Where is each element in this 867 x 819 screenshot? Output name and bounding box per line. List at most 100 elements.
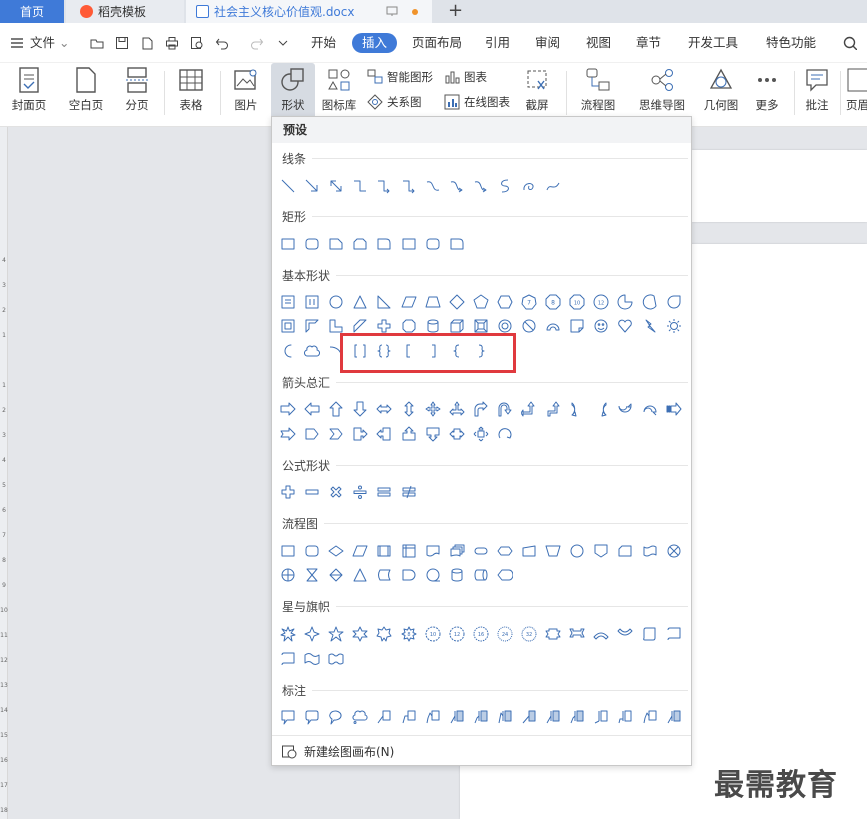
print-preview-icon[interactable] (190, 36, 204, 50)
shape-star5-icon[interactable] (328, 626, 344, 645)
undo-icon[interactable] (215, 36, 229, 50)
menu-file[interactable]: 文件 ⌄ (30, 33, 69, 53)
shape-c-l1b-icon[interactable] (545, 709, 561, 728)
shape-bup-icon[interactable] (545, 401, 561, 420)
shape-curve-a-icon[interactable] (473, 178, 489, 197)
shape-elbow-icon[interactable] (352, 178, 368, 197)
shape-sun-icon[interactable] (666, 318, 682, 337)
page-break-button[interactable]: 分页 (118, 63, 156, 119)
shape-uturn-icon[interactable] (497, 401, 513, 420)
menu-developer[interactable]: 开发工具 (688, 33, 738, 53)
shape-c-l2b-icon[interactable] (473, 709, 489, 728)
shape-arrow-icon[interactable] (304, 178, 320, 197)
screenshot-button[interactable]: 截屏 (518, 63, 556, 119)
shape-pie-icon[interactable] (617, 294, 633, 313)
shape-falt-icon[interactable] (304, 543, 320, 562)
shape-fprocess-icon[interactable] (280, 543, 296, 562)
tab-document[interactable]: 社会主义核心价值观.docx (186, 0, 432, 23)
tab-home[interactable]: 首页 (0, 0, 64, 23)
picture-button[interactable]: 图片 (227, 63, 265, 119)
mindmap-button[interactable]: 思维导图 (632, 63, 692, 119)
shape-round1-icon[interactable] (449, 236, 465, 255)
shape-c-l1b-icon[interactable] (666, 709, 682, 728)
menu-home[interactable]: 开始 (311, 33, 336, 53)
menu-view[interactable]: 视图 (586, 33, 611, 53)
shape-neq-icon[interactable] (401, 484, 417, 503)
shape-lup-icon[interactable] (520, 401, 537, 420)
shape-ad-icon[interactable] (352, 401, 368, 420)
shape-tear-icon[interactable] (666, 294, 682, 313)
menu-references[interactable]: 引用 (485, 33, 510, 53)
shape-fdisp-icon[interactable] (497, 567, 514, 586)
open-folder-icon[interactable] (90, 36, 104, 50)
shape-scrib-icon[interactable] (521, 178, 537, 197)
shape-c-l1c-icon[interactable] (521, 709, 537, 728)
header-footer-button[interactable]: 页眉 (846, 63, 867, 119)
shape-fdata-icon[interactable] (352, 543, 368, 562)
shape-mult-icon[interactable] (328, 484, 344, 503)
shape-s10-icon[interactable]: 10 (425, 626, 441, 645)
shape-vtext-icon[interactable] (304, 294, 320, 313)
document-page[interactable] (692, 150, 867, 222)
shape-fdelay-icon[interactable] (401, 567, 417, 586)
shape-c-l3-icon[interactable] (642, 709, 658, 728)
shape-para-icon[interactable] (401, 294, 417, 313)
shape-qcall-icon[interactable] (473, 426, 489, 445)
shape-circ-a-icon[interactable] (497, 426, 513, 445)
shape-c-r-rect-icon[interactable] (304, 709, 320, 728)
shape-snip2-icon[interactable] (352, 236, 368, 255)
shape-fsum-icon[interactable] (666, 543, 682, 562)
shape-c-l3-icon[interactable] (425, 709, 441, 728)
shape-cup-icon[interactable] (617, 401, 633, 420)
shape-hep-icon[interactable]: 7 (521, 294, 537, 313)
shape-chev-icon[interactable] (328, 426, 344, 445)
shape-button[interactable]: 形状 (271, 63, 315, 119)
shape-dec-icon[interactable]: 10 (569, 294, 585, 313)
shape-au-icon[interactable] (328, 401, 344, 420)
shape-star4-icon[interactable] (304, 626, 320, 645)
shape-rect-icon[interactable] (280, 236, 296, 255)
shape-cleft-icon[interactable] (593, 401, 609, 420)
shape-curve-icon[interactable] (425, 178, 441, 197)
table-button[interactable]: 表格 (172, 63, 210, 119)
shape-wave-icon[interactable] (304, 651, 320, 670)
shape-rcall-icon[interactable] (352, 426, 368, 445)
shape-s-icon[interactable] (497, 178, 513, 197)
shape-scroll-v-icon[interactable] (642, 626, 658, 645)
shape-chord-icon[interactable] (642, 294, 658, 313)
print-icon[interactable] (165, 36, 179, 50)
shape-dodec-icon[interactable]: 12 (593, 294, 609, 313)
shape-snip-icon[interactable] (328, 236, 344, 255)
shape-pent-a-icon[interactable] (304, 426, 320, 445)
shape-c-l5-icon[interactable] (617, 709, 633, 728)
relation-chart-button[interactable]: 关系图 (367, 92, 422, 112)
shape-star6-icon[interactable] (352, 626, 368, 645)
new-tab-button[interactable]: + (448, 0, 463, 23)
shape-dwave-icon[interactable] (328, 651, 344, 670)
shape-fmanual-icon[interactable] (521, 543, 537, 562)
shape-c-l2-icon[interactable] (401, 709, 417, 728)
more-button[interactable]: 更多 (748, 63, 786, 119)
shape-curve-a-icon[interactable] (449, 178, 465, 197)
menu-features[interactable]: 特色功能 (766, 33, 816, 53)
shape-al-icon[interactable] (304, 401, 320, 420)
shape-fdec-icon[interactable] (328, 543, 344, 562)
shape-c-l3b-icon[interactable] (497, 709, 513, 728)
shape-heart-icon[interactable] (617, 318, 633, 337)
shape-a3-icon[interactable] (449, 401, 465, 420)
shape-ellipse-icon[interactable] (328, 294, 344, 313)
new-drawing-canvas-button[interactable]: 新建绘图画布(N) (272, 735, 691, 766)
shape-text-icon[interactable] (280, 294, 296, 313)
flowchart-button[interactable]: 流程图 (574, 63, 622, 119)
shape-s32-icon[interactable]: 32 (521, 626, 537, 645)
search-icon[interactable] (843, 36, 857, 50)
icon-gallery-button[interactable]: 图标库 (319, 63, 359, 119)
shape-striped-icon[interactable] (666, 401, 682, 420)
menu-review[interactable]: 审阅 (535, 33, 560, 53)
shape-half-icon[interactable] (304, 318, 320, 337)
shape-fstored-icon[interactable] (376, 567, 392, 586)
shape-frame-icon[interactable] (280, 318, 296, 337)
shape-ar-icon[interactable] (280, 401, 296, 420)
comment-button[interactable]: 批注 (800, 63, 834, 119)
shape-elbow-a-icon[interactable] (376, 178, 392, 197)
